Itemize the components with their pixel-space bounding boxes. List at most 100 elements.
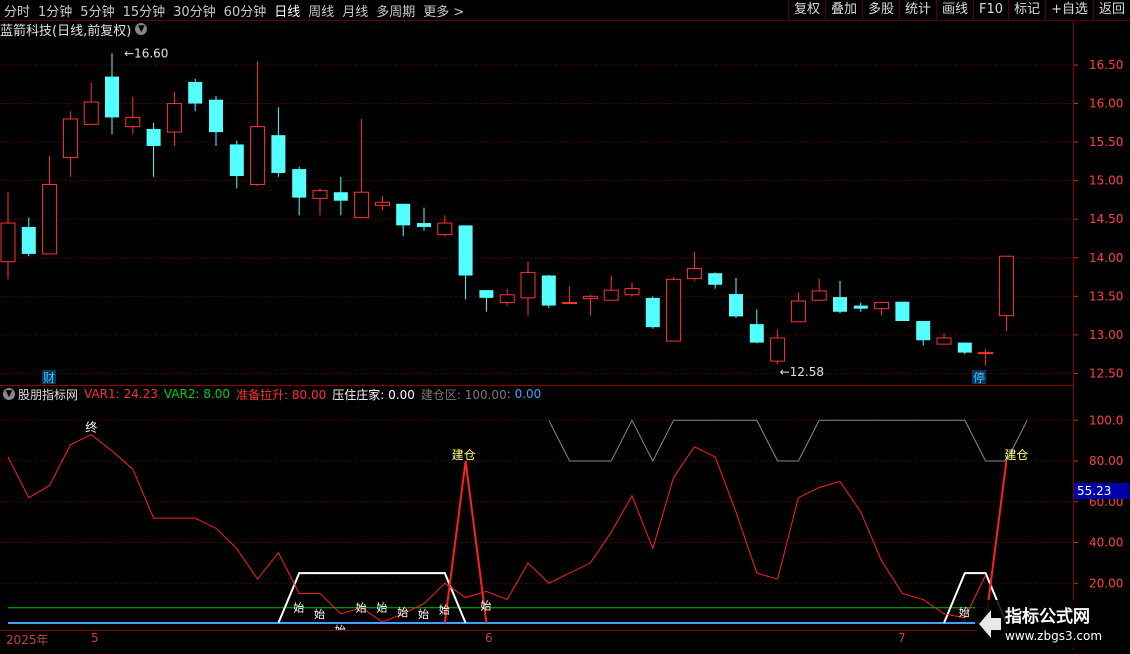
start-annotation: 始 [293,601,304,615]
candle-body [396,203,411,226]
candle-body [582,295,598,300]
period-tab-3[interactable]: 15分钟 [119,1,170,20]
candle-body [166,103,182,133]
candle-body [833,297,847,312]
y-axis-panel: 16.50 16.00 15.50 15.00 14.50 14.00 13.50 13.00… [1074,21,1130,650]
start-annotation: 始 [335,623,346,630]
toolbar-button-3[interactable]: 统计 [899,0,936,20]
toolbar-button-1[interactable]: 叠加 [824,0,862,20]
candle-body [312,190,328,199]
end-annotation: 终 [85,420,97,435]
period-tab-1[interactable]: 1分钟 [34,1,76,20]
indicator-menu-icon[interactable]: ▼ [3,388,15,400]
ind-y-tick-label: 80.00 [1089,454,1123,468]
suspend-badge: 停 [972,370,986,385]
start-annotation: 始 [439,603,450,617]
candle-body [520,271,536,299]
start-annotation: 始 [376,601,387,615]
ind-y-tick-label: 100.0 [1089,413,1123,427]
indicator-chart[interactable]: 终建仓建仓始始始始始始始始始始 [0,402,1073,630]
y-tick-label: 15.00 [1089,174,1123,188]
candle-body [354,191,370,219]
candle-body [666,278,682,342]
candlestick-chart[interactable]: ←16.60←12.58财停◇□ [0,38,1073,385]
candle-body [437,222,453,236]
finance-badge: 财 [42,370,56,385]
y-tick-label: 16.00 [1089,97,1123,111]
watermark-title: 指标公式网 [1005,606,1090,627]
candle-body [209,99,223,133]
candle-body [811,290,827,301]
candle-body [624,288,640,296]
y-tick-label: 14.00 [1089,251,1123,265]
candle-body [603,289,619,301]
candle-body [42,184,58,255]
candle-body [936,337,952,345]
build-annotation: 建仓 [452,448,476,462]
build-annotation: 建仓 [1004,448,1028,462]
start-annotation: 始 [356,601,367,615]
candle-body [479,290,494,298]
candle-body [271,135,286,173]
dropdown-icon[interactable]: ▼ [135,23,148,35]
period-tab-8[interactable]: 月线 [338,1,372,20]
candle-body [770,337,786,362]
var2-label: VAR2: 8.00 [163,387,231,401]
toolbar-button-7[interactable]: +自选 [1045,0,1093,20]
period-tab-2[interactable]: 5分钟 [76,1,118,20]
candle-body [229,144,244,177]
date-axis: 2025年 5 6 7 [0,631,1073,647]
toolbar-button-8[interactable]: 返回 [1092,0,1130,20]
start-annotation: 始 [418,607,429,621]
toolbar-button-0[interactable]: 复权 [787,0,825,20]
candle-body [562,301,578,304]
date-june: 6 [485,631,493,645]
current-value-badge: 55.23 [1074,483,1129,499]
watermark-url: www.zbgs3.com [1005,629,1102,643]
candle-body [62,118,78,159]
period-tab-4[interactable]: 30分钟 [169,1,220,20]
candle-body [978,352,994,355]
var1-line [7,433,987,623]
start-annotation: 始 [959,605,970,619]
candle-body [374,201,390,206]
toolbar-button-2[interactable]: 多股 [861,0,899,20]
date-july: 7 [898,631,906,645]
svg-text:财: 财 [43,371,55,385]
y-tick-label: 15.50 [1089,135,1123,149]
period-tab-9[interactable]: 多周期 [372,1,419,20]
candle-body [333,192,348,201]
high-price-label: ←16.60 [124,46,168,60]
toolbar-button-5[interactable]: F10 [973,0,1008,20]
y-tick-label: 12.50 [1089,366,1123,380]
candle-body [499,294,515,303]
candle-body [188,81,203,104]
toolbar-button-4[interactable]: 画线 [936,0,973,20]
candle-body [729,294,743,317]
candle-body [541,275,556,306]
y-tick-label: 13.00 [1089,328,1123,342]
period-toolbar: 分时 1分钟 5分钟 15分钟 30分钟 60分钟 日线 周线 月线 多周期 更多 > 复权 叠加 多股… [0,0,1130,21]
var1-label: VAR1: 24.23 [84,387,158,401]
candle-body [853,305,868,309]
start-annotation: 始 [397,605,408,619]
y-tick-label: 16.50 [1089,58,1123,72]
period-tab-7[interactable]: 周线 [304,1,338,20]
build-zone-label: 建仓区: 100.00 [420,387,507,402]
candle-body [790,300,806,323]
toolbar-button-6[interactable]: 标记 [1008,0,1045,20]
build-zone-line [548,419,1028,463]
period-tab-0[interactable]: 分时 [0,1,34,20]
candle-body [125,116,141,128]
period-tab-5[interactable]: 60分钟 [220,1,271,20]
period-tabs: 分时 1分钟 5分钟 15分钟 30分钟 60分钟 日线 周线 月线 多周期 更多 > [0,0,468,20]
ind-y-tick-label: 40.00 [1089,536,1123,550]
period-tab-10[interactable]: 更多 > [419,1,468,20]
build-zone-value: : 0.00 [506,387,542,401]
stock-title: 蓝箭科技(日线,前复权) [0,23,132,39]
ind-y-tick-label: 20.00 [1089,576,1123,590]
period-tab-6[interactable]: 日线 [270,1,304,20]
start-annotation: 始 [314,607,325,621]
right-buttons: 复权 叠加 多股 统计 画线 F10 标记 +自选 返回 [787,0,1130,20]
lift-label: 准备拉升: 80.00 [236,387,327,402]
